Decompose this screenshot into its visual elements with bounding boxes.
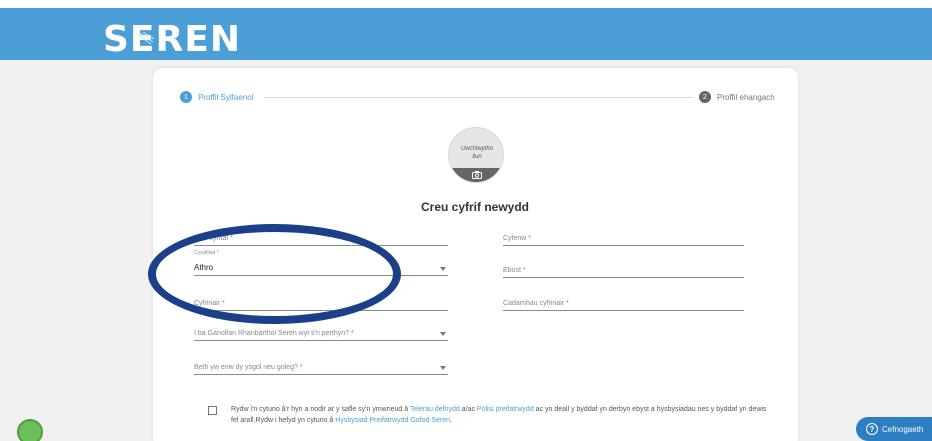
seren-logo[interactable]: SEREN bbox=[103, 20, 241, 60]
chevron-down-icon bbox=[440, 332, 446, 336]
chevron-down-icon bbox=[440, 366, 446, 370]
step-basic-profile[interactable]: 1 Proffil Sylfaenol bbox=[180, 91, 253, 103]
email-field[interactable]: Ebost * bbox=[503, 264, 744, 278]
chevron-down-icon bbox=[440, 267, 446, 271]
question-icon: ? bbox=[866, 423, 878, 435]
terms-checkbox[interactable] bbox=[208, 406, 217, 415]
privacy-policy-link[interactable]: Polisi preifatrwydd bbox=[477, 406, 534, 413]
step-number: 2 bbox=[699, 91, 711, 103]
help-button[interactable]: ? Cefnogaeth bbox=[856, 417, 932, 441]
annotation-oval bbox=[148, 224, 401, 324]
page-title: Creu cyfrif newydd bbox=[420, 200, 530, 214]
privacy-notice-link[interactable]: Hysbysiad Preifatrwydd Gofod Seren bbox=[335, 417, 450, 424]
step-label: Proffil ehangach bbox=[717, 92, 775, 102]
stepper-line bbox=[264, 97, 694, 98]
step-extended-profile[interactable]: 2 Proffil ehangach bbox=[699, 91, 775, 103]
camera-icon bbox=[472, 171, 482, 179]
top-strip bbox=[0, 0, 932, 8]
terms-of-use-link[interactable]: Telerau defnydd bbox=[410, 406, 460, 413]
confirm-password-field[interactable]: Cadarnhau cyfrinair * bbox=[503, 297, 744, 311]
step-label: Proffil Sylfaenol bbox=[198, 92, 254, 102]
help-label: Cefnogaeth bbox=[882, 424, 924, 434]
logo-swoosh-icon bbox=[136, 32, 155, 45]
regional-hub-select[interactable]: I ba Ganolfan Rhanbarthol Seren wyt ti'n… bbox=[194, 327, 448, 341]
school-select[interactable]: Beth yw enw dy ysgol neu goleg? * bbox=[194, 361, 448, 375]
upload-photo-button[interactable]: Uwchlwytho llun bbox=[448, 127, 504, 183]
upload-photo-label: Uwchlwytho llun bbox=[460, 146, 493, 160]
terms-text: Rydw i'n cytuno â'r hyn a nodir ar y saf… bbox=[231, 406, 767, 424]
accessibility-badge-icon[interactable] bbox=[17, 419, 43, 441]
step-number: 1 bbox=[180, 91, 192, 103]
surname-field[interactable]: Cyfenw * bbox=[503, 232, 744, 246]
